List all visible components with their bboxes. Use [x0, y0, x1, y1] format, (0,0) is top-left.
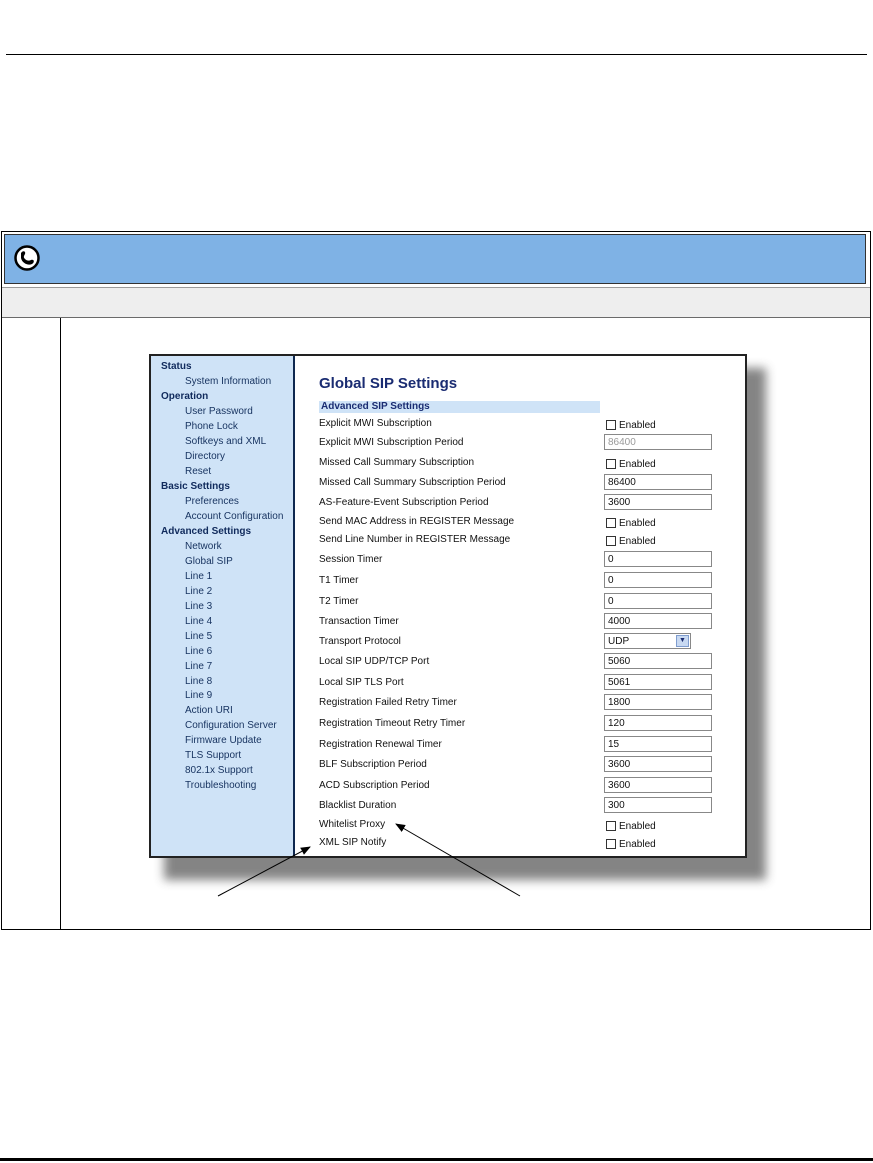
callout-arrow-whitelist-proxy — [395, 823, 521, 897]
callout-arrows — [217, 823, 521, 897]
callout-arrow-xml-sip-notify — [217, 846, 311, 897]
bottom-rule — [0, 1158, 873, 1161]
